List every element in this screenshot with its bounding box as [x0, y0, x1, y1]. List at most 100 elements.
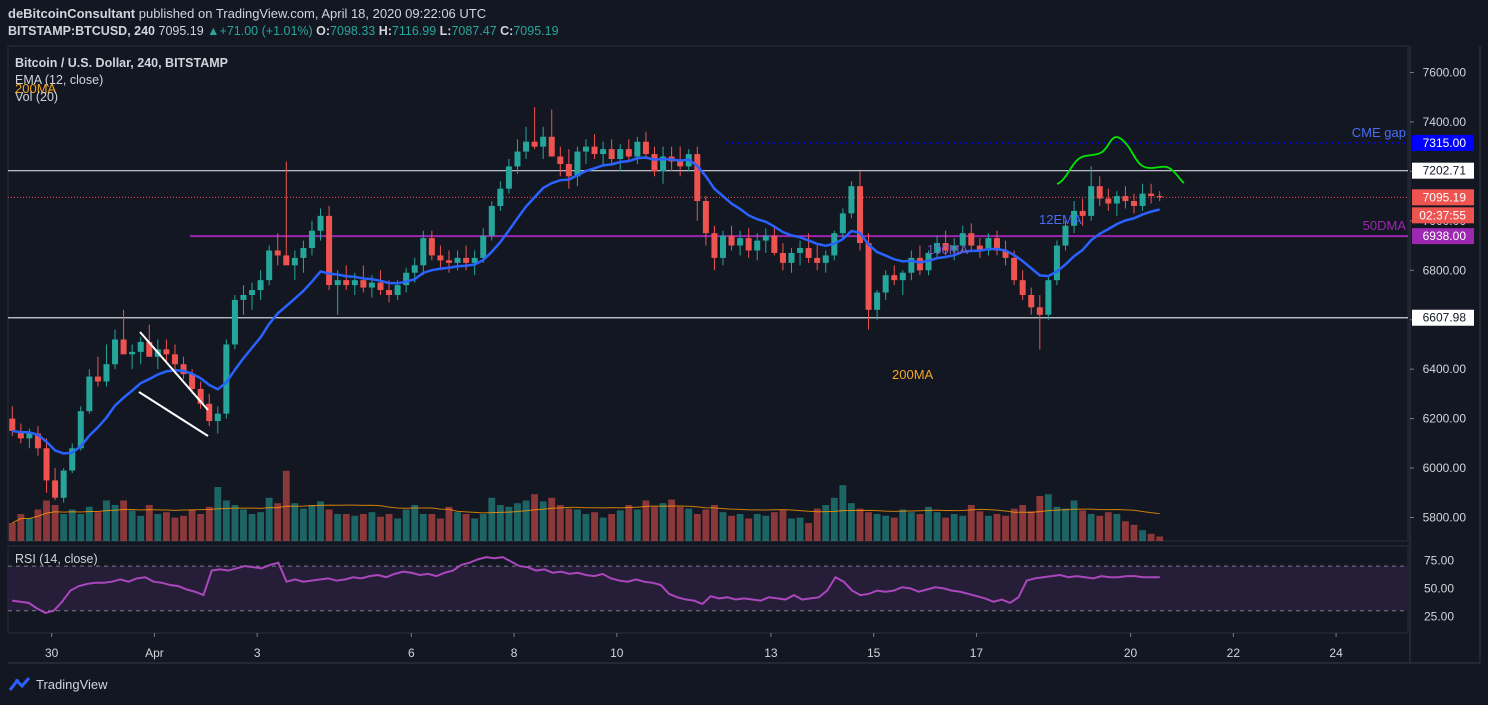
candle-body	[865, 243, 872, 310]
volume-bar	[702, 509, 710, 541]
volume-bar	[359, 514, 367, 541]
volume-bar	[479, 514, 487, 541]
candle-body	[1148, 193, 1155, 197]
candle-body	[651, 154, 658, 172]
candle-body	[814, 257, 821, 263]
volume-bar	[608, 514, 616, 541]
volume-bar	[25, 518, 33, 541]
candle-body	[788, 252, 795, 263]
rsi-tick-label: 50.00	[1424, 581, 1454, 595]
volume-bar	[368, 512, 376, 541]
candle-body	[762, 235, 769, 241]
volume-bar	[616, 510, 624, 541]
volume-bar	[1122, 521, 1129, 541]
rsi-band	[8, 566, 1408, 611]
volume-bar	[548, 497, 556, 541]
volume-bar	[94, 512, 102, 541]
volume-bar	[1019, 505, 1027, 541]
volume-bar	[916, 514, 924, 541]
price-tick-label: 6000.00	[1423, 461, 1467, 475]
volume-bar	[402, 509, 410, 541]
volume-bar	[976, 511, 984, 541]
volume-bar	[539, 501, 547, 541]
candle-body	[634, 141, 641, 157]
volume-bar	[222, 500, 230, 541]
candle-body	[189, 374, 196, 389]
candle-body	[514, 151, 521, 167]
volume-bar	[325, 509, 333, 541]
candle-body	[308, 230, 315, 249]
volume-bar	[651, 506, 658, 541]
candle-body	[445, 260, 452, 263]
time-tick-label: 17	[970, 646, 984, 660]
volume-bar	[51, 505, 59, 541]
volume-bar	[873, 514, 881, 541]
volume-bar	[445, 506, 453, 541]
candle-body	[608, 149, 615, 159]
candle-body	[771, 235, 778, 253]
volume-bar	[522, 500, 530, 541]
volume-bar	[1044, 494, 1052, 541]
candle-body	[1156, 196, 1163, 198]
support-price-label: 6607.98	[1423, 311, 1467, 325]
candle-body	[899, 272, 906, 281]
volume-bar	[77, 514, 85, 541]
volume-bar	[822, 505, 830, 541]
candle-body	[129, 351, 136, 355]
candle-body	[882, 275, 889, 293]
volume-bar	[299, 508, 307, 541]
volume-bar	[488, 497, 496, 541]
volume-bar	[1002, 515, 1009, 541]
dma50-label: 50DMA	[1363, 218, 1407, 233]
volume-bar	[257, 512, 265, 541]
candle-body	[1088, 186, 1095, 216]
candle-body	[719, 235, 726, 258]
candle-body	[9, 418, 16, 431]
volume-bar	[753, 514, 761, 541]
volume-bar	[1147, 533, 1155, 541]
candle-body	[625, 149, 632, 157]
candle-body	[437, 255, 444, 261]
volume-bar	[240, 509, 247, 541]
volume-bar	[1062, 508, 1069, 541]
rsi-tick-label: 25.00	[1424, 609, 1454, 623]
candle-body	[360, 280, 367, 288]
candle-body	[677, 161, 684, 167]
candle-body	[1139, 193, 1146, 206]
volume-bar	[633, 509, 641, 541]
volume-bar	[728, 515, 735, 541]
candle-body	[617, 149, 624, 159]
volume-bar	[573, 509, 581, 541]
volume-bar	[1070, 500, 1078, 541]
candle-body	[1096, 186, 1103, 199]
time-tick-label: 22	[1227, 646, 1241, 660]
volume-bar	[1036, 496, 1044, 541]
volume-bar	[171, 517, 179, 541]
brand-label: TradingView	[36, 676, 108, 692]
volume-bar	[514, 503, 521, 541]
volume-bar	[779, 510, 787, 541]
candle-body	[274, 250, 281, 256]
candle-body	[642, 141, 649, 155]
candle-body	[171, 354, 178, 365]
price-chart[interactable]: 7600.007400.007200.007000.006800.006600.…	[0, 0, 1488, 705]
candle-body	[557, 156, 564, 164]
volume-bar	[128, 510, 136, 541]
volume-bar	[1130, 524, 1138, 541]
volume-bar	[796, 517, 804, 541]
volume-bar	[745, 518, 753, 541]
volume-bar	[736, 514, 744, 541]
candle-body	[334, 280, 341, 286]
volume-bar	[145, 505, 153, 541]
tradingview-brand[interactable]: TradingView	[8, 676, 108, 692]
candle-body	[848, 186, 855, 214]
candle-body	[694, 154, 701, 202]
volume-bar	[60, 514, 68, 541]
candle-body	[548, 136, 555, 157]
candle-body	[60, 470, 67, 498]
candle-body	[1062, 225, 1069, 246]
candle-body	[137, 341, 144, 352]
candle-body	[163, 349, 170, 355]
volume-bar	[351, 515, 359, 541]
candle-body	[300, 248, 307, 258]
